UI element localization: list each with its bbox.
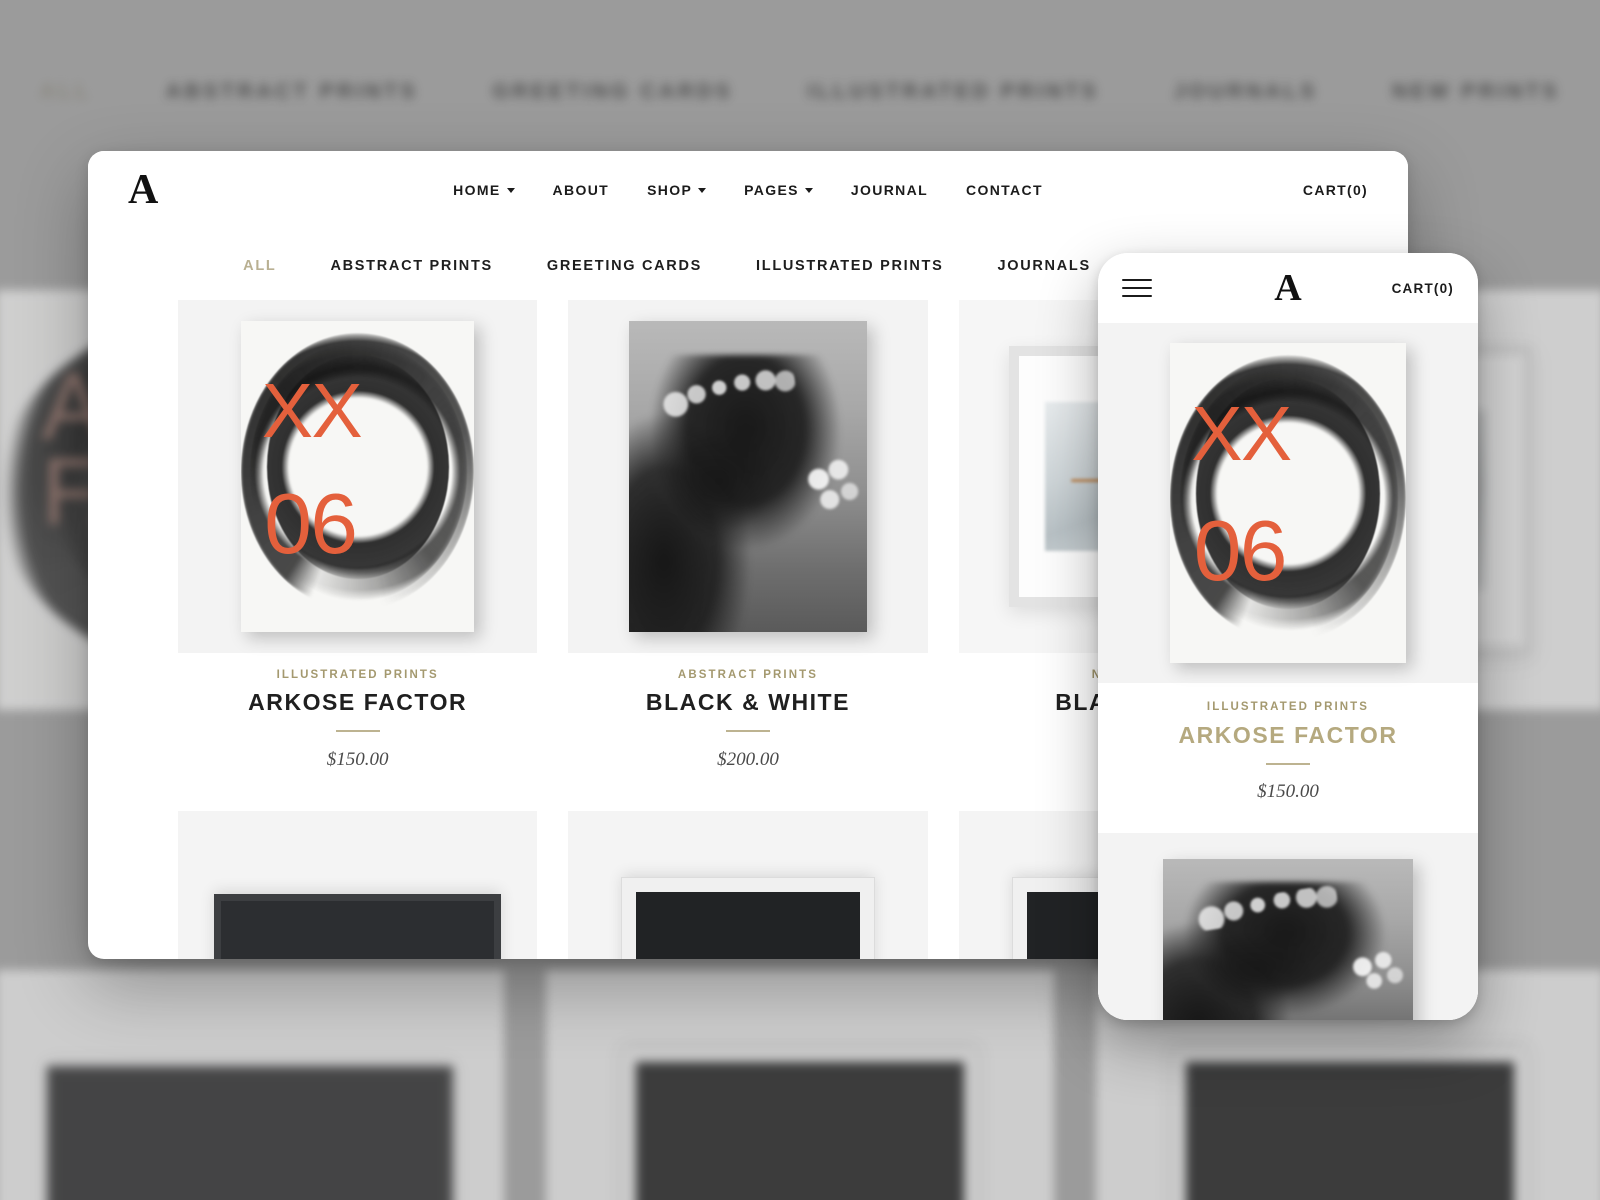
mobile-cart-link[interactable]: CART(0) [1392, 281, 1454, 296]
hamburger-icon[interactable] [1122, 279, 1152, 297]
chevron-down-icon [506, 188, 515, 193]
dark-frame [621, 877, 875, 959]
mobile-product-price: $150.00 [1257, 780, 1319, 802]
hamburger-line [1122, 279, 1152, 281]
product-category[interactable]: ABSTRACT PRINTS [568, 669, 927, 681]
product-card [568, 810, 928, 959]
nav-item-about[interactable]: ABOUT [534, 182, 629, 198]
product-title[interactable]: BLACK & WHITE [568, 689, 927, 716]
enso-artwork: XX 06 [1170, 342, 1406, 664]
filter-abstract-prints[interactable]: ABSTRACT PRINTS [303, 258, 519, 274]
product-card: XX 06 ILLUSTRATED PRINTS ARKOSE FACTOR $… [178, 300, 538, 771]
nav-label-journal: JOURNAL [850, 181, 928, 198]
artwork-number-mark: 06 [1193, 502, 1288, 599]
dark-framed-artwork [568, 810, 928, 959]
dark-framed-artwork [178, 810, 538, 959]
product-image-black-and-white[interactable] [568, 300, 928, 653]
mobile-product-image-black-and-white[interactable] [1098, 832, 1478, 1020]
photo-canvas [629, 321, 867, 632]
mobile-product-title[interactable]: ARKOSE FACTOR [1098, 722, 1478, 749]
product-image[interactable] [568, 810, 928, 959]
product-image[interactable] [178, 810, 538, 959]
main-navigation: HOME ABOUT SHOP PAGES JOURNAL CONTACT [88, 182, 1408, 198]
product-card [178, 810, 538, 959]
mobile-product-category[interactable]: ILLUSTRATED PRINTS [1098, 701, 1478, 713]
background-filter-bar: ALL ABSTRACT PRINTS GREETING CARDS ILLUS… [0, 80, 1600, 104]
dark-frame [1171, 1047, 1529, 1200]
hamburger-line [1122, 295, 1152, 297]
enso-canvas: XX 06 [240, 321, 475, 632]
artwork-xx-mark: XX [1191, 392, 1292, 478]
mobile-product-image-arkose-factor[interactable]: XX 06 [1098, 323, 1478, 683]
nav-label-pages: PAGES [744, 181, 799, 198]
nav-item-shop[interactable]: SHOP [628, 182, 725, 198]
product-category[interactable]: ILLUSTRATED PRINTS [178, 669, 537, 681]
nav-label-shop: SHOP [647, 181, 693, 198]
title-divider [725, 730, 770, 732]
nav-label-contact: CONTACT [966, 181, 1043, 198]
dark-framed-artwork [546, 970, 1054, 1200]
filter-illustrated-prints[interactable]: ILLUSTRATED PRINTS [729, 258, 970, 274]
product-price: $200.00 [717, 748, 779, 770]
dark-framed-artwork [0, 970, 504, 1200]
photo-canvas [1162, 858, 1414, 1020]
nav-label-about: ABOUT [552, 181, 610, 198]
nav-item-home[interactable]: HOME [434, 182, 533, 198]
nav-item-journal[interactable]: JOURNAL [832, 182, 947, 198]
nav-item-contact[interactable]: CONTACT [947, 182, 1062, 198]
artwork-number-mark: 06 [264, 475, 358, 572]
background-filter-all: ALL [40, 80, 92, 103]
product-title[interactable]: ARKOSE FACTOR [178, 689, 537, 716]
bw-portrait-artwork [629, 321, 867, 632]
nav-item-pages[interactable]: PAGES [725, 182, 832, 198]
cart-link[interactable]: CART(0) [1303, 182, 1368, 198]
chevron-down-icon [698, 188, 707, 193]
background-filter-illustrated-prints: ILLUSTRATED PRINTS [807, 80, 1100, 103]
mobile-device-mockup: A CART(0) XX 06 ILLUSTRATED PRINTS ARKOS… [1098, 253, 1478, 1020]
mobile-product-list: XX 06 ILLUSTRATED PRINTS ARKOSE FACTOR $… [1098, 323, 1478, 1020]
hamburger-line [1122, 287, 1152, 289]
dark-frame [213, 893, 502, 959]
filter-all[interactable]: ALL [216, 258, 303, 274]
dark-frame [46, 1066, 454, 1200]
artwork-xx-mark: XX [261, 369, 363, 455]
bw-portrait-artwork [1162, 858, 1414, 1020]
background-product-image [546, 970, 1054, 1200]
product-meta: ABSTRACT PRINTS BLACK & WHITE $200.00 [568, 653, 927, 771]
title-divider [335, 730, 380, 732]
product-card: ABSTRACT PRINTS BLACK & WHITE $200.00 [568, 300, 928, 771]
enso-artwork: XX 06 [240, 321, 475, 632]
nav-label-home: HOME [453, 181, 501, 198]
photo-highlight [1343, 948, 1409, 996]
site-logo[interactable]: A [128, 169, 158, 211]
background-filter-greeting-cards: GREETING CARDS [492, 80, 734, 103]
product-price: $150.00 [326, 748, 389, 770]
filter-greeting-cards[interactable]: GREETING CARDS [520, 258, 729, 274]
background-filter-journals: JOURNALS [1173, 80, 1318, 103]
mobile-header: A CART(0) [1098, 253, 1478, 323]
chevron-down-icon [804, 188, 813, 193]
background-product-image [0, 970, 504, 1200]
background-filter-abstract-prints: ABSTRACT PRINTS [165, 80, 419, 103]
photo-highlight [800, 451, 862, 520]
background-filter-new-prints: NEW PRINTS [1392, 80, 1560, 103]
filter-journals[interactable]: JOURNALS [970, 258, 1117, 274]
product-image-arkose-factor[interactable]: XX 06 [178, 300, 538, 653]
site-header: A HOME ABOUT SHOP PAGES JOURNAL CONTACT [88, 151, 1408, 228]
mobile-product-meta: ILLUSTRATED PRINTS ARKOSE FACTOR $150.00 [1098, 683, 1478, 833]
title-divider [1266, 763, 1310, 765]
dark-frame [621, 1047, 979, 1200]
product-meta: ILLUSTRATED PRINTS ARKOSE FACTOR $150.00 [178, 653, 537, 771]
enso-canvas: XX 06 [1170, 342, 1406, 664]
